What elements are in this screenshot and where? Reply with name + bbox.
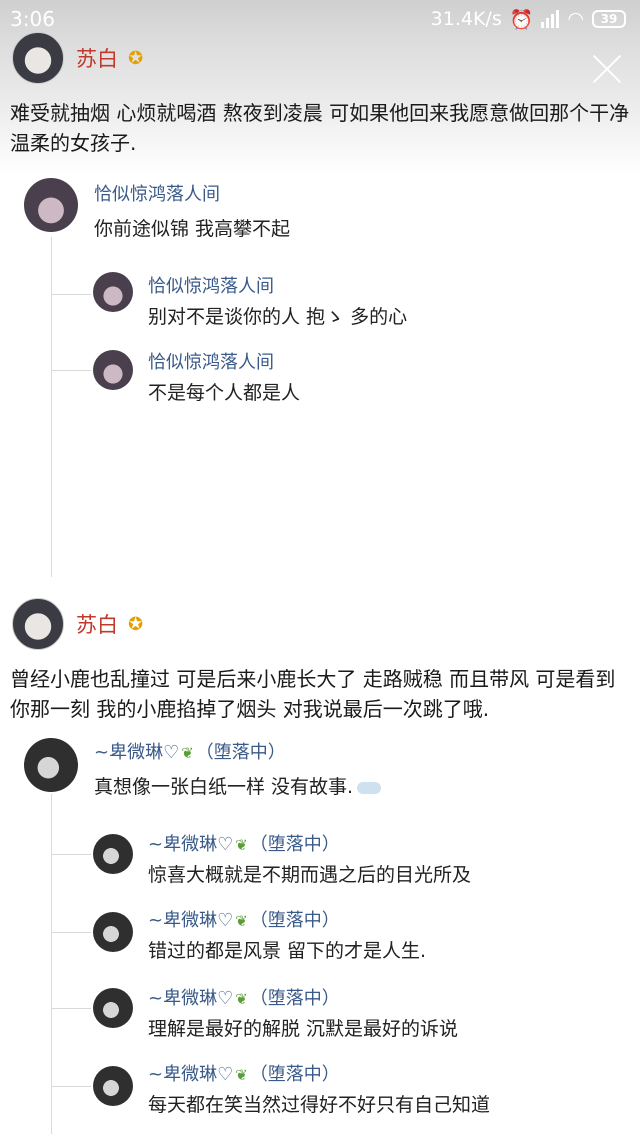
comment-text: 真想像一张白纸一样 没有故事. xyxy=(94,772,382,799)
thread-branch xyxy=(51,294,91,295)
thread-branch xyxy=(51,1086,91,1087)
author-name[interactable]: 苏白 xyxy=(76,43,118,73)
comment-text: 你前途似锦 我高攀不起 xyxy=(94,218,291,240)
avatar[interactable] xyxy=(93,988,133,1028)
comment-text: 错过的都是风景 留下的才是人生. xyxy=(148,940,427,962)
thread-line xyxy=(51,237,52,577)
leaf-icon: ❦ xyxy=(235,1066,248,1084)
wifi-icon: ◠ xyxy=(567,8,584,30)
leaf-icon: ❦ xyxy=(181,744,194,762)
battery-icon: 39 xyxy=(592,10,626,28)
avatar[interactable] xyxy=(12,32,64,84)
avatar[interactable] xyxy=(93,912,133,952)
thread-line xyxy=(51,794,52,1134)
crown-badge-icon: ✪ xyxy=(128,47,144,69)
thread-branch xyxy=(51,854,91,855)
leaf-icon: ❦ xyxy=(235,990,248,1008)
post-text: 难受就抽烟 心烦就喝酒 熬夜到凌晨 可如果他回来我愿意做回那个干净温柔的女孩子. xyxy=(10,101,630,155)
commenter-name[interactable]: ~卑微琳♡ ❦ （堕落中） xyxy=(148,830,340,856)
avatar[interactable] xyxy=(93,350,133,390)
post-header: 苏白 ✪ xyxy=(12,598,143,650)
alarm-icon: ⏰ xyxy=(509,8,534,31)
avatar[interactable] xyxy=(93,834,133,874)
commenter-name[interactable]: ~卑微琳♡ ❦ （堕落中） xyxy=(148,906,340,932)
clock: 3:06 xyxy=(10,7,55,31)
signal-icon xyxy=(541,10,560,28)
comment-text: 不是每个人都是人 xyxy=(148,382,301,404)
comment-text: 理解是最好的解脱 沉默是最好的诉说 xyxy=(148,1018,459,1040)
post-text: 曾经小鹿也乱撞过 可是后来小鹿长大了 走路贼稳 而且带风 可是看到你那一刻 我的… xyxy=(10,667,616,721)
post-header: 苏白 ✪ xyxy=(12,32,143,84)
crown-badge-icon: ✪ xyxy=(128,613,144,635)
close-icon[interactable] xyxy=(592,54,622,84)
cloud-icon xyxy=(357,781,382,794)
commenter-name[interactable]: 恰似惊鸿落人间 xyxy=(148,272,274,298)
commenter-name[interactable]: 恰似惊鸿落人间 xyxy=(148,348,274,374)
author-name[interactable]: 苏白 xyxy=(76,609,118,639)
status-icons: 31.4K/s ⏰ ◠ 39 xyxy=(431,8,626,31)
avatar[interactable] xyxy=(93,1066,133,1106)
comment-text: 惊喜大概就是不期而遇之后的目光所及 xyxy=(148,864,472,886)
commenter-name[interactable]: 恰似惊鸿落人间 xyxy=(94,180,220,206)
leaf-icon: ❦ xyxy=(235,836,248,854)
commenter-name[interactable]: ~卑微琳♡ ❦ （堕落中） xyxy=(94,738,286,764)
commenter-name[interactable]: ~卑微琳♡ ❦ （堕落中） xyxy=(148,984,340,1010)
commenter-name[interactable]: ~卑微琳♡ ❦ （堕落中） xyxy=(148,1060,340,1086)
thread-branch xyxy=(51,932,91,933)
leaf-icon: ❦ xyxy=(235,912,248,930)
net-speed: 31.4K/s xyxy=(430,8,502,30)
thread-branch xyxy=(51,1008,91,1009)
comment-text: 别对不是谈你的人 抱ゝ 多的心 xyxy=(148,306,408,328)
avatar[interactable] xyxy=(24,178,78,232)
comment-text: 每天都在笑当然过得好不好只有自己知道 xyxy=(148,1094,491,1116)
avatar[interactable] xyxy=(93,272,133,312)
thread-branch xyxy=(51,370,91,371)
avatar[interactable] xyxy=(12,598,64,650)
avatar[interactable] xyxy=(24,738,78,792)
